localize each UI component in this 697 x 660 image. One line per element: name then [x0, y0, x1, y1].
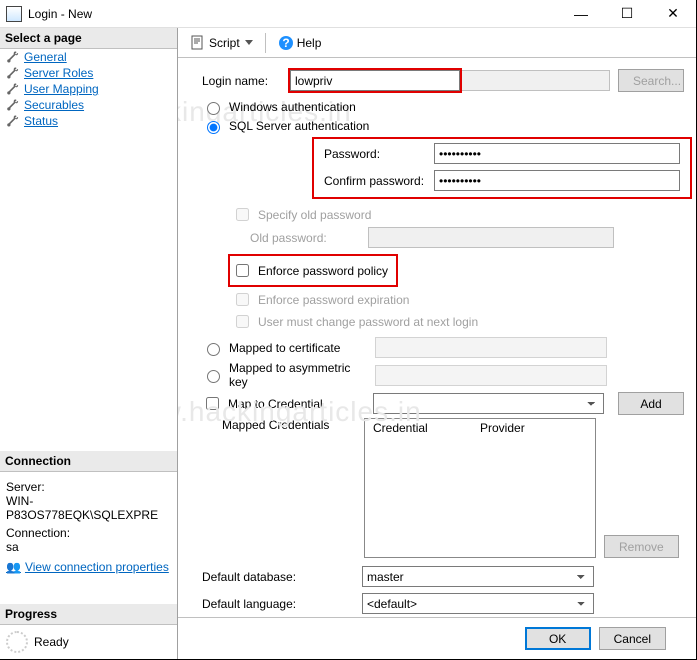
mapped-asymmetric-key-radio[interactable]	[207, 370, 220, 383]
help-button[interactable]: ? Help	[274, 33, 326, 53]
connection-value: sa	[6, 540, 171, 554]
login-name-label: Login name:	[202, 74, 288, 88]
enforce-password-policy-label: Enforce password policy	[258, 264, 388, 278]
progress-panel: Ready	[0, 625, 177, 659]
map-credential-checkbox[interactable]	[206, 397, 219, 410]
mapped-certificate-radio[interactable]	[207, 343, 220, 356]
remove-button[interactable]: Remove	[604, 535, 679, 558]
main-panel: Script ? Help www.hackingarticles.in www…	[178, 28, 696, 659]
progress-status: Ready	[34, 635, 69, 649]
nav-label: Securables	[24, 98, 84, 112]
sql-auth-label: SQL Server authentication	[229, 119, 369, 133]
col-credential: Credential	[373, 421, 480, 435]
toolbar: Script ? Help	[178, 28, 696, 58]
ok-button[interactable]: OK	[525, 627, 591, 650]
wrench-icon	[6, 82, 20, 96]
search-button[interactable]: Search...	[618, 69, 684, 92]
sidebar: Select a page General Server Roles User …	[0, 28, 178, 659]
password-label: Password:	[318, 147, 434, 161]
nav-label: General	[24, 50, 67, 64]
wrench-icon	[6, 114, 20, 128]
titlebar: Login - New — ☐ ✕	[0, 0, 696, 28]
map-credential-select[interactable]	[373, 393, 604, 414]
button-bar: OK Cancel	[178, 617, 696, 659]
enforce-password-expiration-checkbox	[236, 293, 249, 306]
grid-header: Credential Provider	[365, 419, 595, 437]
select-page-header: Select a page	[0, 28, 177, 49]
server-label: Server:	[6, 480, 171, 494]
default-language-select[interactable]: <default>	[362, 593, 594, 614]
confirm-password-label: Confirm password:	[318, 174, 434, 188]
nav-user-mapping[interactable]: User Mapping	[0, 81, 177, 97]
script-icon	[190, 35, 206, 51]
nav-server-roles[interactable]: Server Roles	[0, 65, 177, 81]
window-icon	[6, 6, 22, 22]
specify-old-password-checkbox	[236, 208, 249, 221]
mapped-certificate-select	[375, 337, 607, 358]
wrench-icon	[6, 98, 20, 112]
form-area: www.hackingarticles.in www.hackingarticl…	[178, 58, 696, 617]
mapped-asymmetric-key-select	[375, 365, 607, 386]
default-language-label: Default language:	[202, 597, 362, 611]
nav-label: Status	[24, 114, 58, 128]
dropdown-caret-icon	[245, 40, 253, 45]
wrench-icon	[6, 66, 20, 80]
close-button[interactable]: ✕	[650, 0, 696, 28]
connection-panel: Server: WIN-P83OS778EQK\SQLEXPRE Connect…	[0, 472, 177, 578]
progress-spinner-icon	[6, 631, 28, 653]
confirm-password-input[interactable]	[434, 170, 680, 191]
sql-auth-radio[interactable]	[207, 121, 220, 134]
col-provider: Provider	[480, 421, 587, 435]
view-connection-properties-link[interactable]: 👥 View connection properties	[6, 560, 171, 574]
old-password-label: Old password:	[250, 231, 368, 245]
cancel-button[interactable]: Cancel	[599, 627, 666, 650]
nav-status[interactable]: Status	[0, 113, 177, 129]
default-database-select[interactable]: master	[362, 566, 594, 587]
windows-auth-radio[interactable]	[207, 102, 220, 115]
mapped-asymmetric-key-label: Mapped to asymmetric key	[229, 361, 369, 389]
script-button[interactable]: Script	[186, 33, 257, 53]
login-name-extra	[462, 70, 610, 91]
login-name-input[interactable]	[290, 70, 460, 91]
wrench-icon	[6, 50, 20, 64]
nav-label: Server Roles	[24, 66, 93, 80]
mapped-certificate-label: Mapped to certificate	[229, 341, 369, 355]
page-nav: General Server Roles User Mapping Secura…	[0, 49, 177, 451]
default-database-label: Default database:	[202, 570, 362, 584]
nav-general[interactable]: General	[0, 49, 177, 65]
nav-securables[interactable]: Securables	[0, 97, 177, 113]
minimize-button[interactable]: —	[558, 0, 604, 28]
link-text: View connection properties	[25, 560, 169, 574]
mapped-credentials-label: Mapped Credentials	[202, 418, 364, 432]
toolbar-separator	[265, 33, 266, 53]
help-icon: ?	[278, 35, 294, 51]
connection-header: Connection	[0, 451, 177, 472]
specify-old-password-label: Specify old password	[258, 208, 371, 222]
password-input[interactable]	[434, 143, 680, 164]
server-value: WIN-P83OS778EQK\SQLEXPRE	[6, 494, 171, 522]
svg-text:?: ?	[282, 36, 289, 50]
add-button[interactable]: Add	[618, 392, 684, 415]
enforce-password-policy-checkbox[interactable]	[236, 264, 249, 277]
map-credential-label: Map to Credential	[228, 397, 367, 411]
script-label: Script	[209, 36, 240, 50]
nav-label: User Mapping	[24, 82, 99, 96]
old-password-input	[368, 227, 614, 248]
must-change-password-label: User must change password at next login	[258, 315, 478, 329]
mapped-credentials-grid[interactable]: Credential Provider	[364, 418, 596, 558]
connection-label: Connection:	[6, 526, 171, 540]
window-title: Login - New	[28, 7, 558, 21]
must-change-password-checkbox	[236, 315, 249, 328]
maximize-button[interactable]: ☐	[604, 0, 650, 28]
progress-header: Progress	[0, 604, 177, 625]
enforce-password-expiration-label: Enforce password expiration	[258, 293, 409, 307]
windows-auth-label: Windows authentication	[229, 100, 356, 114]
help-label: Help	[297, 36, 322, 50]
people-icon: 👥	[6, 560, 21, 574]
